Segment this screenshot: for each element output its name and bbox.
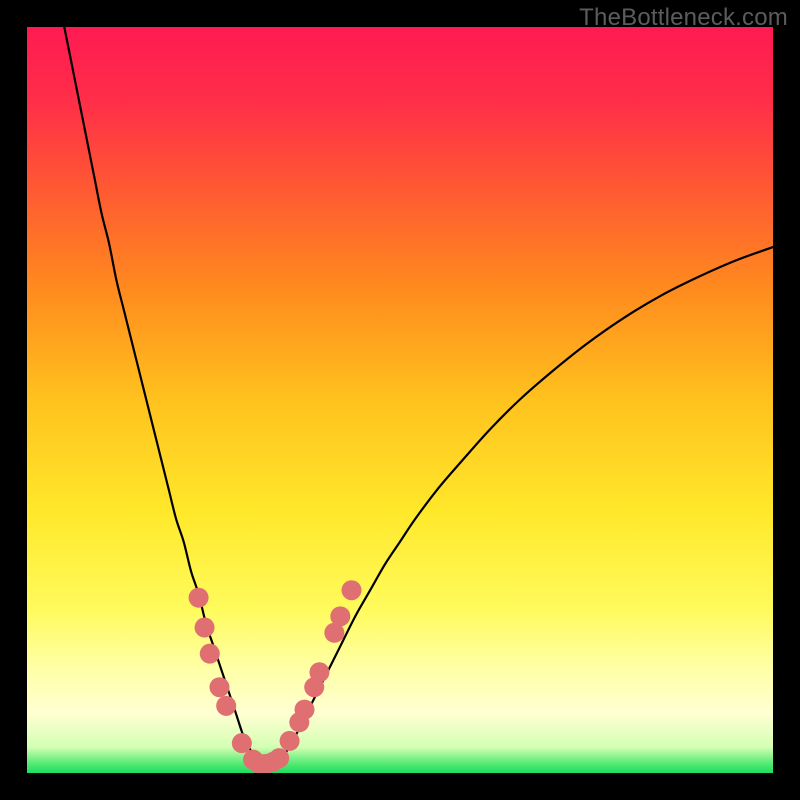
gradient-background xyxy=(27,27,773,773)
curve-marker xyxy=(269,748,289,768)
curve-marker xyxy=(280,731,300,751)
outer-frame: TheBottleneck.com xyxy=(0,0,800,800)
curve-marker xyxy=(209,677,229,697)
curve-marker xyxy=(330,606,350,626)
curve-marker xyxy=(342,580,362,600)
curve-marker xyxy=(216,696,236,716)
curve-marker xyxy=(295,700,315,720)
curve-marker xyxy=(232,733,252,753)
curve-marker xyxy=(195,618,215,638)
curve-marker xyxy=(189,588,209,608)
chart-canvas xyxy=(27,27,773,773)
watermark-text: TheBottleneck.com xyxy=(579,4,788,32)
plot-area xyxy=(27,27,773,773)
curve-marker xyxy=(309,662,329,682)
curve-marker xyxy=(200,644,220,664)
